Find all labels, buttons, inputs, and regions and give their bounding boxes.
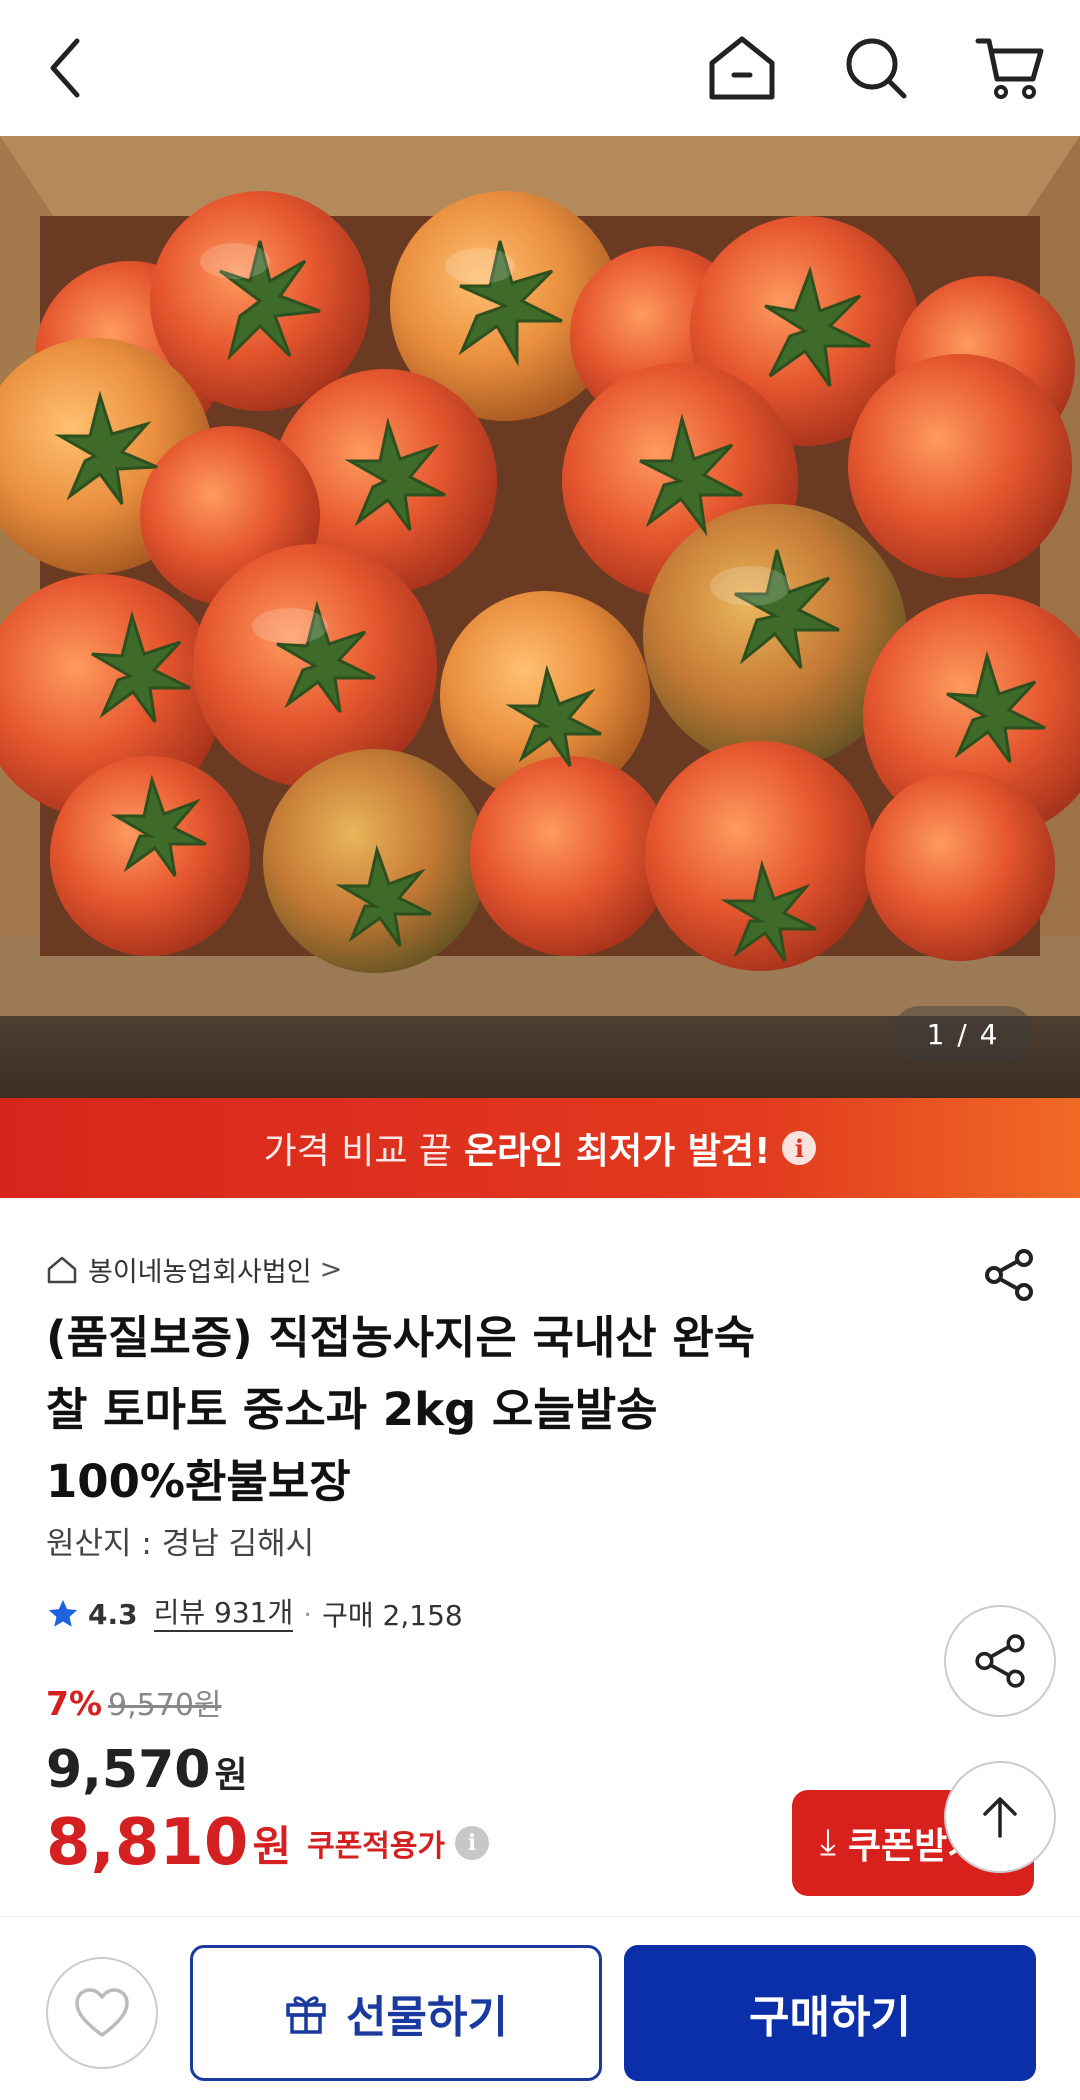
separator-dot: · (303, 1597, 313, 1631)
download-icon: ⤓ (820, 1822, 836, 1863)
gift-button-label: 선물하기 (346, 1992, 508, 2043)
gift-icon (284, 1991, 328, 2035)
gift-button[interactable]: 선물하기 (190, 1945, 602, 2081)
chevron-right-icon: > (319, 1254, 343, 1285)
product-image[interactable]: 1 / 4 (0, 136, 1080, 1098)
current-price-unit: 원 (214, 1755, 248, 1796)
wishlist-button[interactable] (46, 1957, 158, 2069)
home-icon[interactable] (702, 28, 782, 108)
lowest-price-banner[interactable]: 가격 비교 끝 온라인 최저가 발견! i (0, 1098, 1080, 1198)
star-icon (48, 1599, 78, 1627)
buy-button[interactable]: 구매하기 (624, 1945, 1036, 2081)
seller-link[interactable]: 봉이네농업회사법인 > (46, 1250, 342, 1289)
promo-bold-text: 온라인 최저가 발견! (464, 1131, 771, 1172)
price-block: 7% 9,570원 9,570 원 8,810 원 쿠폰적용가 i (46, 1680, 490, 1880)
current-price-number: 9,570 (46, 1740, 211, 1800)
discount-row: 7% 9,570원 (46, 1680, 489, 1724)
share-button[interactable] (944, 1605, 1056, 1717)
title-line: (품질보증) 직접농사지은 국내산 완숙 (46, 1311, 756, 1364)
rating-row: 4.3 리뷰 931개 · 구매 2,158 (46, 1594, 463, 1634)
origin-text: 원산지 : 경남 김해시 (46, 1526, 315, 1562)
home-icon (47, 1256, 77, 1283)
seller-name: 봉이네농업회사법인 (88, 1257, 312, 1288)
coupon-price-number: 8,810 (46, 1806, 249, 1880)
info-icon[interactable]: i (455, 1826, 490, 1860)
arrow-up-icon (983, 1797, 1017, 1838)
image-counter: 1 / 4 (892, 1006, 1034, 1062)
title-line: 100%환불보장 (46, 1455, 351, 1508)
coupon-price-label: 쿠폰적용가 (307, 1829, 446, 1864)
bottom-action-bar: 선물하기 구매하기 (0, 1916, 1080, 2100)
discount-rate: 7% (46, 1684, 103, 1723)
top-bar (0, 0, 1080, 136)
info-icon[interactable]: i (782, 1131, 817, 1165)
promo-light-text: 가격 비교 끝 (263, 1131, 453, 1172)
coupon-price-unit: 원 (252, 1821, 292, 1871)
coupon-price: 8,810 원 쿠폰적용가 i (46, 1806, 490, 1880)
back-icon[interactable] (26, 28, 106, 108)
review-link[interactable]: 리뷰 931개 (153, 1596, 294, 1632)
search-icon[interactable] (836, 28, 916, 108)
rating-score: 4.3 (88, 1597, 138, 1631)
heart-icon (75, 1988, 129, 2037)
scroll-top-button[interactable] (944, 1761, 1056, 1873)
title-line: 찰 토마토 중소과 2kg 오늘발송 (46, 1383, 658, 1436)
original-price: 9,570원 (108, 1688, 222, 1723)
cart-icon[interactable] (970, 28, 1050, 108)
share-icon (975, 1634, 1025, 1688)
purchase-count: 구매 2,158 (322, 1599, 463, 1632)
current-price: 9,570 원 (46, 1740, 489, 1800)
product-title: (품질보증) 직접농사지은 국내산 완숙 찰 토마토 중소과 2kg 오늘발송 … (46, 1302, 946, 1518)
share-icon[interactable] (982, 1248, 1036, 1306)
